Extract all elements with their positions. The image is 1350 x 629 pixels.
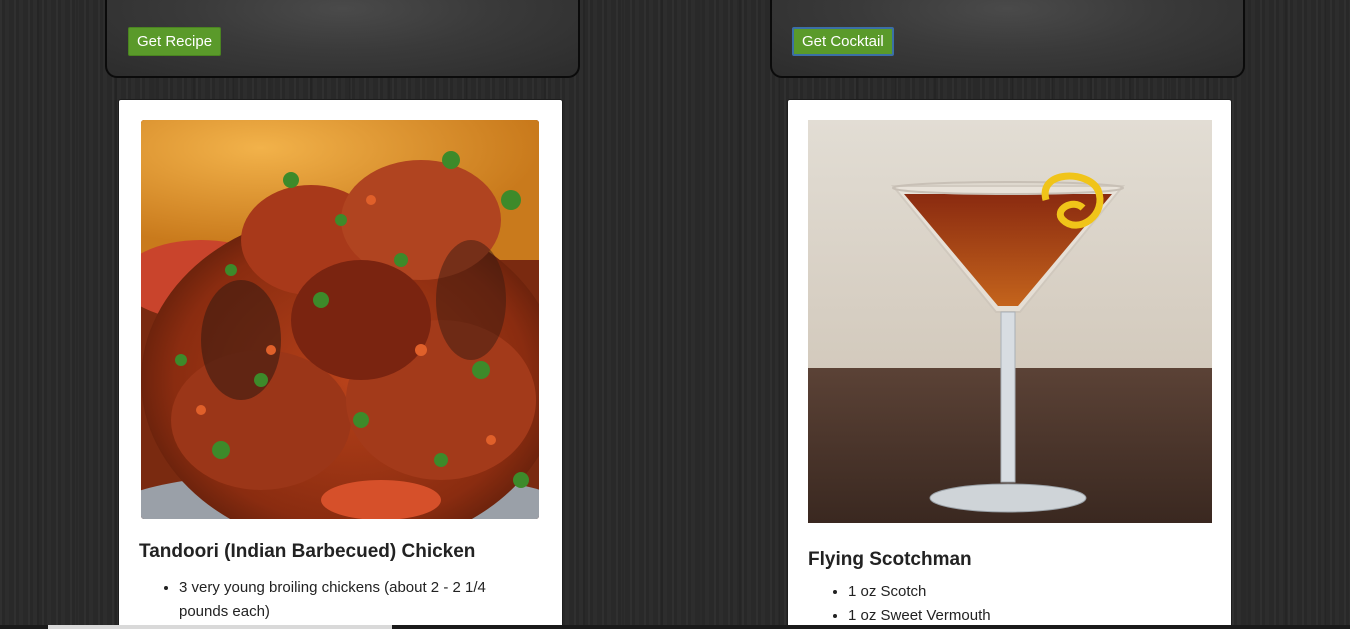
- horizontal-scrollbar[interactable]: [0, 625, 1350, 629]
- cocktail-card: Flying Scotchman 1 oz Scotch 1 oz Sweet …: [787, 99, 1232, 629]
- get-cocktail-button[interactable]: Get Cocktail: [792, 27, 894, 56]
- cocktail-title: Flying Scotchman: [808, 549, 972, 570]
- ingredient-item: 1 oz Scotch: [848, 580, 1208, 604]
- get-recipe-button[interactable]: Get Recipe: [128, 27, 222, 56]
- recipe-panel: Get Recipe: [105, 0, 580, 78]
- cocktail-panel: Get Cocktail: [770, 0, 1245, 78]
- recipe-image: [141, 120, 539, 519]
- scrollbar-thumb[interactable]: [48, 625, 392, 629]
- cocktail-ingredient-list: 1 oz Scotch 1 oz Sweet Vermouth: [808, 580, 1208, 628]
- cocktail-image: [808, 120, 1212, 523]
- ingredient-item: 3 very young broiling chickens (about 2 …: [179, 576, 539, 624]
- recipe-title: Tandoori (Indian Barbecued) Chicken: [139, 541, 476, 562]
- recipe-card: Tandoori (Indian Barbecued) Chicken 3 ve…: [118, 99, 563, 629]
- recipe-ingredient-list: 3 very young broiling chickens (about 2 …: [139, 576, 539, 624]
